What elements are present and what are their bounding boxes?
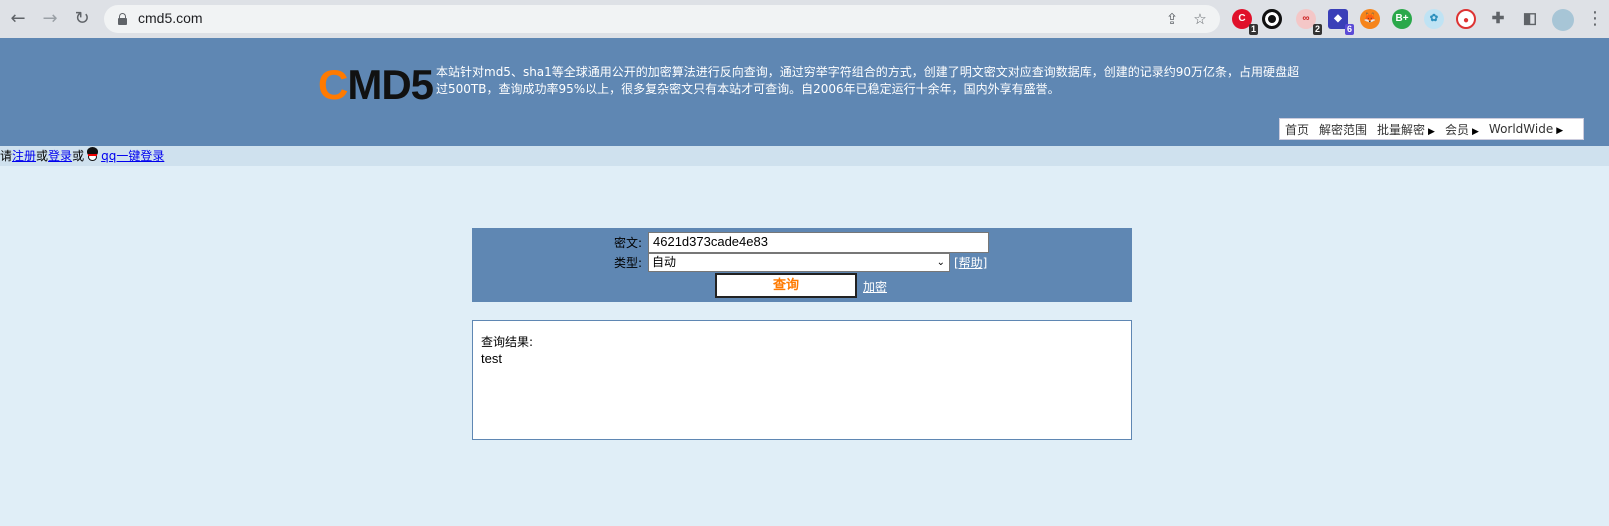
extensions-puzzle-icon[interactable]: ✚: [1488, 9, 1508, 29]
share-icon[interactable]: ⇪: [1162, 9, 1182, 29]
result-label: 查询结果:: [481, 335, 534, 349]
triangle-right-icon: ▶: [1556, 126, 1564, 136]
result-panel: 查询结果: test: [472, 320, 1132, 440]
browser-toolbar: ← → ↻ cmd5.com ⇪ ☆ C1 ∞ 2 ◆ 6 🦊 B+ ✿ ● ✚ ◧…: [0, 0, 1609, 38]
query-button[interactable]: 查询: [715, 273, 857, 298]
back-icon[interactable]: ←: [8, 9, 28, 29]
nav-batch-decrypt[interactable]: 批量解密 ▶: [1377, 121, 1435, 138]
extension-bplus-icon[interactable]: B+: [1392, 9, 1412, 29]
extension-pokeball-icon[interactable]: ●: [1456, 9, 1476, 29]
login-link[interactable]: 登录: [48, 149, 72, 163]
cipher-input[interactable]: 4621d373cade4e83: [648, 232, 989, 253]
chevron-down-icon: ⌄: [936, 257, 945, 268]
triangle-right-icon: ▶: [1428, 126, 1435, 137]
nav-home[interactable]: 首页: [1285, 121, 1309, 138]
menu-kebab-icon[interactable]: ⋮: [1586, 8, 1604, 30]
metamask-fox-icon[interactable]: 🦊: [1360, 9, 1380, 29]
nav-worldwide[interactable]: WorldWide ▶: [1489, 122, 1563, 136]
qq-login-link[interactable]: qq一键登录: [101, 149, 164, 163]
qq-penguin-icon[interactable]: [86, 147, 99, 162]
url-text: cmd5.com: [138, 10, 203, 26]
side-panel-icon[interactable]: ◧: [1520, 9, 1540, 29]
extension-flower-icon[interactable]: ✿: [1424, 9, 1444, 29]
query-form: 密文: 4621d373cade4e83 类型: 自动 ⌄ [帮助] 查询 加密: [472, 228, 1132, 302]
site-header: CMD5 本站针对md5、sha1等全球通用公开的加密算法进行反向查询，通过穷举…: [0, 38, 1609, 146]
type-label: 类型:: [614, 256, 643, 270]
nav-decrypt-range[interactable]: 解密范围: [1319, 121, 1367, 138]
forward-icon[interactable]: →: [40, 9, 60, 29]
encrypt-link[interactable]: 加密: [863, 278, 887, 295]
lock-icon: [118, 13, 127, 25]
profile-avatar[interactable]: [1552, 9, 1574, 31]
register-link[interactable]: 注册: [12, 149, 36, 163]
cmd5-logo[interactable]: CMD5: [318, 62, 434, 108]
address-bar[interactable]: cmd5.com ⇪ ☆: [104, 5, 1220, 33]
site-intro: 本站针对md5、sha1等全球通用公开的加密算法进行反向查询，通过穷举字符组合的…: [436, 65, 1300, 96]
extension-circle-icon[interactable]: [1262, 9, 1282, 29]
result-value: test: [481, 351, 502, 366]
extension-red-icon[interactable]: C1: [1232, 9, 1258, 35]
cipher-label: 密文:: [614, 236, 643, 250]
triangle-right-icon: ▶: [1471, 126, 1479, 137]
reload-icon[interactable]: ↻: [72, 9, 92, 29]
extension-link-icon[interactable]: ∞ 2: [1296, 9, 1322, 35]
help-link[interactable]: [帮助]: [954, 254, 987, 271]
nav-member[interactable]: 会员 ▶: [1445, 121, 1479, 138]
top-nav: 首页 解密范围 批量解密 ▶ 会员 ▶ WorldWide ▶: [1279, 118, 1584, 140]
type-select[interactable]: 自动 ⌄: [648, 253, 950, 272]
login-bar: 请注册或登录或 qq一键登录: [0, 146, 1609, 166]
bookmark-star-icon[interactable]: ☆: [1190, 9, 1210, 29]
extension-layers-icon[interactable]: ◆ 6: [1328, 9, 1354, 35]
